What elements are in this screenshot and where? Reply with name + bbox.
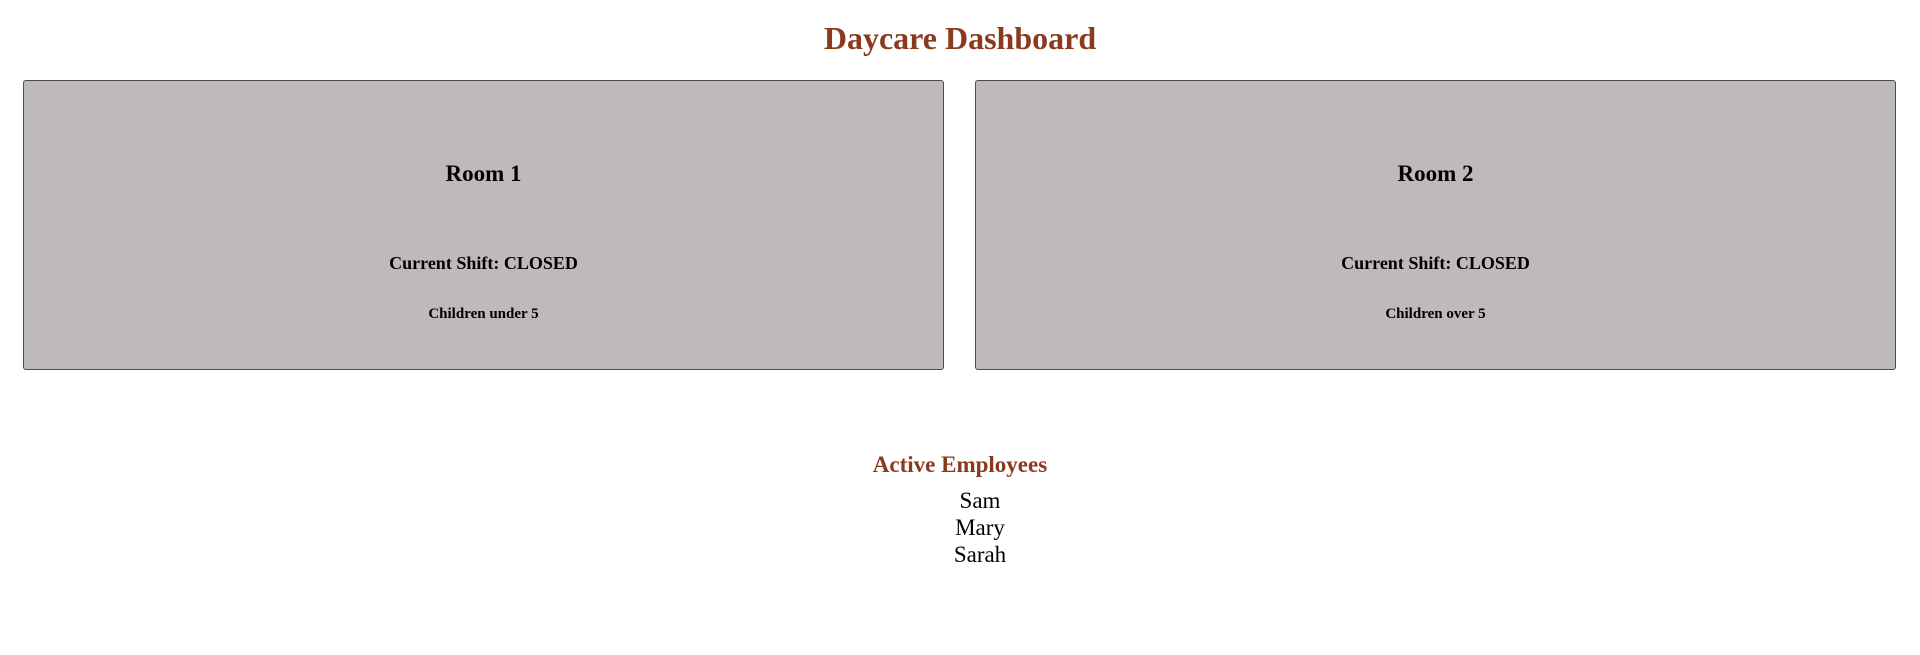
room-card-1[interactable]: Room 1 Current Shift: CLOSED Children un… xyxy=(23,80,944,370)
room-shift-status: Current Shift: CLOSED xyxy=(389,253,578,273)
room-shift-status: Current Shift: CLOSED xyxy=(1341,253,1530,273)
room-description: Children under 5 xyxy=(428,306,539,322)
employee-name: Sarah xyxy=(953,542,1007,567)
employee-list: Sam Mary Sarah xyxy=(0,487,1920,568)
room-title: Room 2 xyxy=(1397,161,1474,186)
employee-name: Mary xyxy=(955,515,1005,540)
room-card-2[interactable]: Room 2 Current Shift: CLOSED Children ov… xyxy=(975,80,1896,370)
dashboard-page: Daycare Dashboard Room 1 Current Shift: … xyxy=(0,0,1920,655)
active-employees-heading: Active Employees xyxy=(872,452,1048,477)
room-title: Room 1 xyxy=(445,161,522,186)
employee-name: Sam xyxy=(959,488,1001,513)
room-description: Children over 5 xyxy=(1385,306,1486,322)
page-title: Daycare Dashboard xyxy=(823,20,1097,56)
